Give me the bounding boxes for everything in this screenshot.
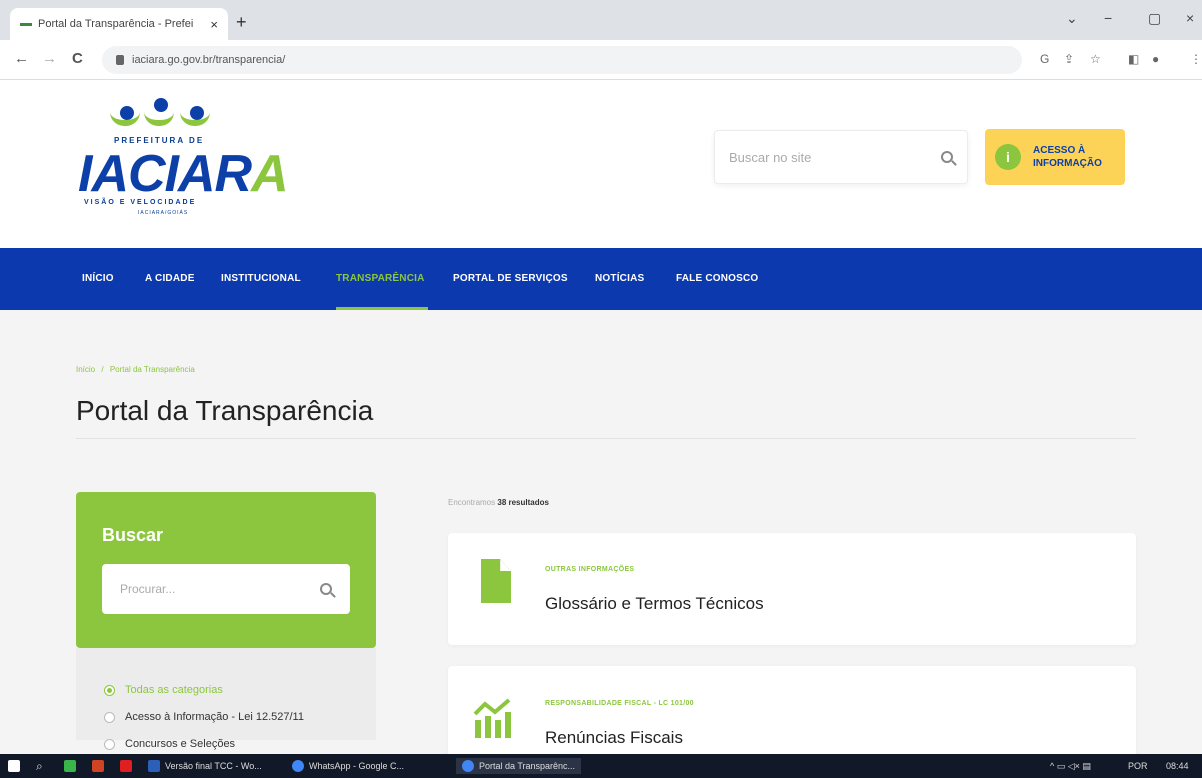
taskbar-app-chrome-whatsapp[interactable]: WhatsApp - Google C... [292,758,404,774]
tab-title: Portal da Transparência - Prefei [38,18,194,30]
browser-tab-bar: Portal da Transparência - Prefei × + ⌄ −… [0,0,1202,40]
results-number: 38 resultados [497,498,549,507]
google-icon[interactable]: G [1040,52,1049,66]
radio-icon[interactable] [104,711,115,723]
chart-icon [473,698,511,738]
nav-transparencia[interactable]: TRANSPARÊNCIA [336,273,425,284]
search-icon[interactable] [320,583,332,595]
nav-fale-conosco[interactable]: FALE CONOSCO [676,273,758,284]
sidebar-search-box [102,564,350,614]
windows-taskbar: ⌕ Versão final TCC - Wo... WhatsApp - Go… [0,754,1202,778]
back-button[interactable]: ← [14,50,29,67]
lock-icon [116,55,124,65]
reload-button[interactable]: C [72,50,83,67]
page-title: Portal da Transparência [76,395,374,426]
document-icon [481,559,511,603]
result-category: OUTRAS INFORMAÇÕES [545,566,635,573]
minimize-button[interactable]: − [1104,10,1112,26]
nav-noticias[interactable]: NOTÍCIAS [595,273,644,284]
results-prefix: Encontramos [448,498,496,507]
filter-acesso-informacao[interactable]: Acesso à Informação - Lei 12.527/11 [104,711,304,723]
result-title[interactable]: Renúncias Fiscais [545,728,683,748]
taskbar-app-label: Portal da Transparênc... [479,761,576,771]
title-divider [76,438,1136,439]
nav-a-cidade[interactable]: A CIDADE [145,273,195,284]
breadcrumb: Início / Portal da Transparência [76,365,199,374]
logo-sub: IACIARA/GOIÁS [138,210,189,216]
taskbar-app-chrome-portal[interactable]: Portal da Transparênc... [456,758,582,774]
language-indicator[interactable]: POR [1128,758,1148,774]
chrome-icon [462,760,474,772]
pdf-icon[interactable] [120,758,137,774]
breadcrumb-current: Portal da Transparência [109,365,195,374]
favicon-icon [20,22,32,26]
windows-start-icon[interactable] [8,758,25,774]
site-logo[interactable]: PREFEITURA DE IACIARA VISÃO E VELOCIDADE… [78,98,289,218]
system-tray-icons[interactable]: ^ ▭ ◁× ▤ [1050,758,1091,774]
chrome-icon [292,760,304,772]
logo-slogan: VISÃO E VELOCIDADE [84,199,197,206]
filter-label: Todas as categorias [125,684,223,696]
logo-name: IACIARA [78,144,289,204]
acesso-informacao-label: ACESSO À INFORMAÇÃO [1033,145,1102,169]
sidebar-search-input[interactable] [120,582,320,596]
breadcrumb-separator: / [101,365,104,374]
tab-search-icon[interactable]: ⌄ [1066,10,1078,27]
taskbar-app-word[interactable]: Versão final TCC - Wo... [148,758,262,774]
logo-name-main: IACIAR [78,145,252,203]
url-text: iaciara.go.gov.br/transparencia/ [132,54,286,66]
new-tab-button[interactable]: + [236,12,247,33]
nav-institucional[interactable]: INSTITUCIONAL [221,273,301,284]
result-category: RESPONSABILIDADE FISCAL - LC 101/00 [545,700,694,707]
task-view-icon[interactable] [64,758,81,774]
result-card[interactable]: OUTRAS INFORMAÇÕES Glossário e Termos Té… [448,533,1136,645]
filter-label: Concursos e Seleções [125,738,236,750]
taskbar-app-label: Versão final TCC - Wo... [165,761,262,771]
filter-label: Acesso à Informação - Lei 12.527/11 [125,711,304,723]
sidebar-search-panel: Buscar [76,492,376,648]
url-input[interactable]: iaciara.go.gov.br/transparencia/ [102,46,1022,74]
profile-icon[interactable]: ● [1152,52,1159,66]
word-icon [148,760,160,772]
maximize-button[interactable]: ▢ [1148,10,1161,27]
search-icon[interactable]: ⌕ [36,758,43,774]
category-filters: Todas as categorias Acesso à Informação … [76,648,376,750]
menu-icon[interactable]: ⋮ [1190,52,1202,66]
taskbar-app-label: WhatsApp - Google C... [309,761,405,771]
breadcrumb-home[interactable]: Início [76,365,95,374]
logo-name-last: A [251,145,289,203]
nav-inicio[interactable]: INÍCIO [82,273,114,284]
radio-icon[interactable] [104,684,115,696]
share-icon[interactable]: ⇪ [1064,52,1074,66]
side-panel-icon[interactable]: ◧ [1128,52,1139,66]
acesso-informacao-button[interactable]: i ACESSO À INFORMAÇÃO [985,129,1125,185]
close-window-button[interactable]: × [1186,10,1194,26]
nav-portal-de-servicos[interactable]: PORTAL DE SERVIÇOS [453,273,568,284]
logo-drops-icon [110,98,228,132]
filter-todas-categorias[interactable]: Todas as categorias [104,684,223,696]
site-search-input[interactable] [729,149,941,165]
site-search [714,130,968,184]
clock[interactable]: 08:44 [1166,758,1189,774]
result-title[interactable]: Glossário e Termos Técnicos [545,594,764,614]
powerpoint-icon[interactable] [92,758,109,774]
nav-active-indicator [336,307,428,310]
address-bar: ← → C iaciara.go.gov.br/transparencia/ G… [0,40,1202,80]
forward-button[interactable]: → [42,50,57,67]
browser-tab[interactable]: Portal da Transparência - Prefei × [10,8,228,40]
bookmark-star-icon[interactable]: ☆ [1090,52,1101,66]
sidebar-search-heading: Buscar [102,525,164,545]
search-icon[interactable] [941,151,953,163]
results-count: Encontramos 38 resultados [448,498,549,507]
info-icon: i [995,144,1021,170]
main-nav: INÍCIO A CIDADE INSTITUCIONAL TRANSPARÊN… [0,248,1202,310]
tab-close-icon[interactable]: × [210,17,218,32]
filter-concursos[interactable]: Concursos e Seleções [104,738,235,750]
radio-icon[interactable] [104,738,115,750]
